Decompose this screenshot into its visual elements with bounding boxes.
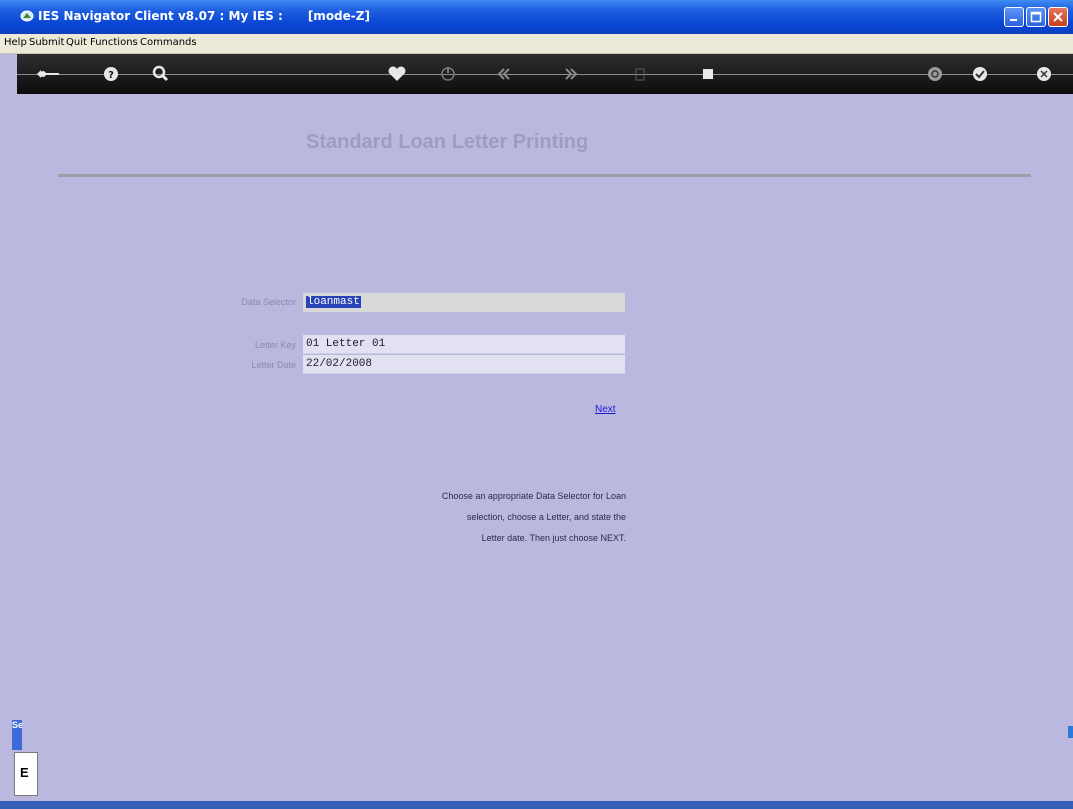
letter-key-field[interactable]: 01 Letter 01	[303, 335, 625, 354]
minimize-button[interactable]	[1004, 7, 1024, 27]
menu-quit[interactable]: Quit	[66, 37, 87, 48]
next-link[interactable]: Next	[595, 404, 616, 415]
side-panel[interactable]: E	[14, 752, 38, 796]
data-selector-value: loanmast	[306, 296, 361, 308]
app-icon	[20, 10, 34, 22]
window-title: IES Navigator Client v8.07 : My IES : [m…	[38, 9, 370, 23]
toolbar: ?	[17, 54, 1073, 94]
side-tab[interactable]: Se	[12, 720, 22, 750]
menu-commands[interactable]: Commands	[140, 37, 197, 48]
menu-submit[interactable]: Submit	[29, 37, 64, 48]
ok-icon[interactable]	[969, 64, 991, 84]
power-icon[interactable]	[437, 64, 459, 84]
close-icon[interactable]	[1033, 64, 1055, 84]
maximize-icon	[1030, 11, 1042, 23]
data-selector-label: Data Selector	[241, 297, 296, 307]
letter-key-label: Letter Key	[254, 340, 296, 350]
bottom-bar	[0, 801, 1073, 809]
toolbar-rail	[17, 74, 1073, 75]
menu-help[interactable]: Help	[4, 37, 27, 48]
maximize-button[interactable]	[1026, 7, 1046, 27]
rewind-icon[interactable]	[493, 64, 515, 84]
title-bar[interactable]: IES Navigator Client v8.07 : My IES : [m…	[0, 0, 1073, 34]
page-title: Standard Loan Letter Printing	[306, 131, 589, 153]
help-text-line-1: Choose an appropriate Data Selector for …	[441, 491, 626, 501]
minimize-icon	[1010, 19, 1017, 21]
heart-icon[interactable]	[386, 64, 408, 84]
document-icon[interactable]	[629, 64, 651, 84]
help-text-line-2: selection, choose a Letter, and state th…	[466, 512, 626, 522]
close-window-button[interactable]	[1048, 7, 1068, 27]
left-strip	[0, 54, 17, 809]
back-arrow-icon[interactable]	[35, 64, 61, 84]
menu-functions[interactable]: Functions	[90, 37, 138, 48]
app-window: IES Navigator Client v8.07 : My IES : [m…	[0, 0, 1073, 809]
letter-date-label: Letter Date	[251, 360, 296, 370]
close-icon	[1053, 12, 1063, 22]
data-selector-field[interactable]: loanmast	[303, 293, 625, 312]
right-edge-tab[interactable]	[1068, 726, 1073, 738]
refresh-icon[interactable]	[924, 64, 946, 84]
side-panel-text: E	[20, 765, 29, 780]
svg-text:?: ?	[108, 70, 114, 81]
letter-date-field[interactable]: 22/02/2008	[303, 355, 625, 374]
fast-forward-icon[interactable]	[560, 64, 582, 84]
help-icon[interactable]: ?	[100, 64, 122, 84]
search-icon[interactable]	[150, 64, 172, 84]
stop-icon[interactable]	[697, 64, 719, 84]
menu-bar: Help Submit Quit Functions Commands	[0, 34, 1073, 54]
help-text-line-3: Letter date. Then just choose NEXT.	[481, 533, 626, 543]
title-divider	[58, 174, 1031, 177]
side-tab-label: Se	[12, 720, 22, 730]
